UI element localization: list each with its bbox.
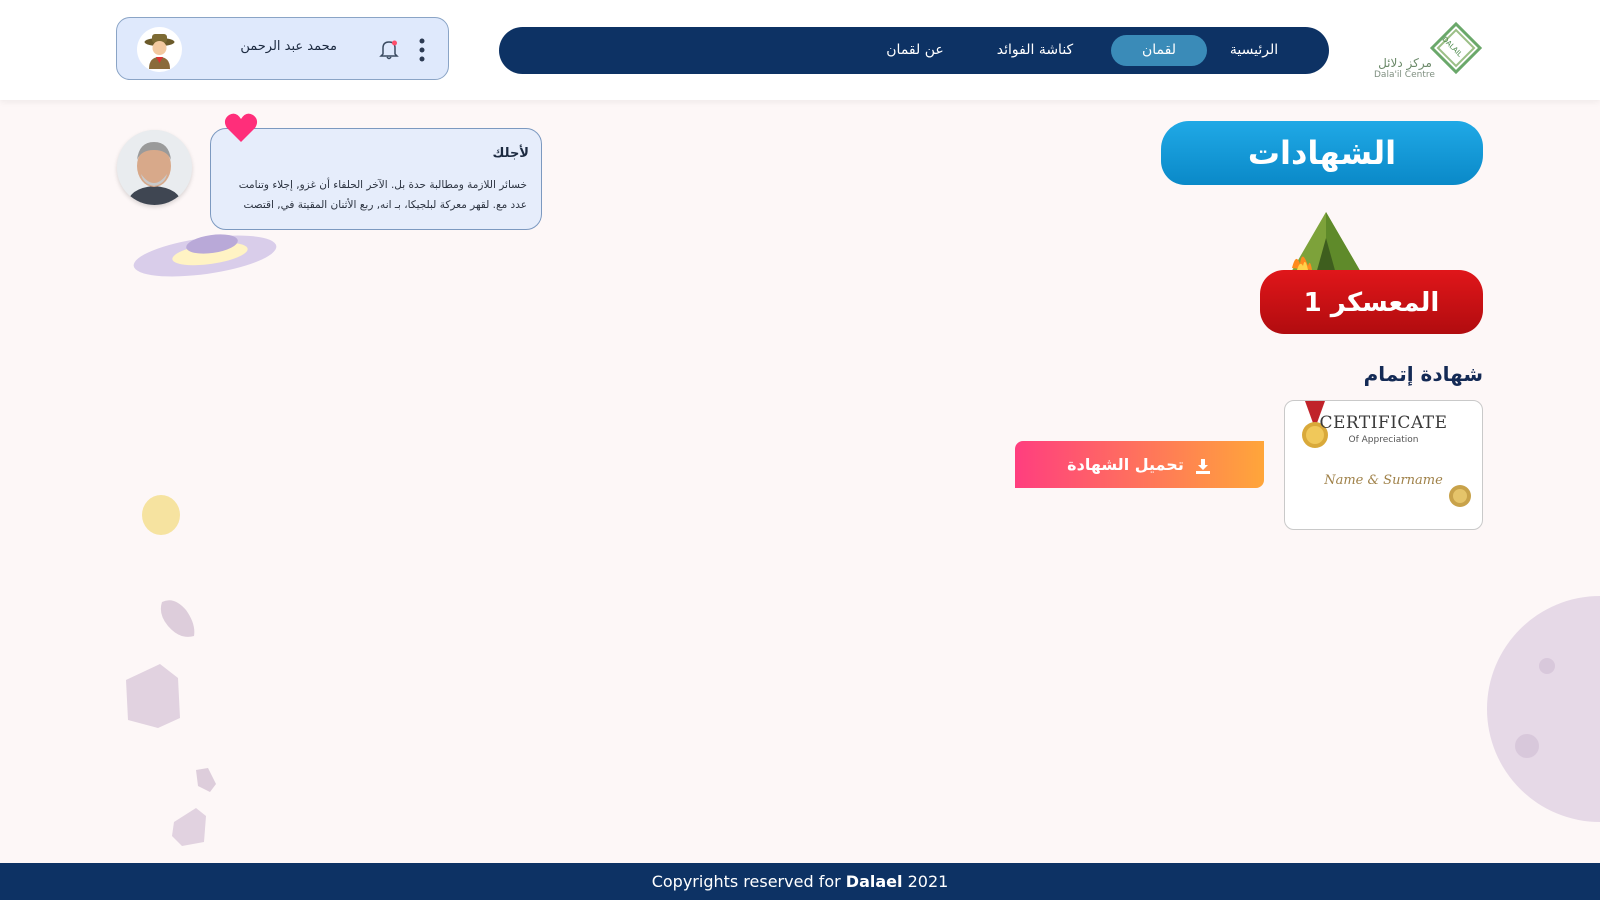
message-text: خسائر اللازمة ومطالبة حدة بل. الآخر الحل… — [238, 179, 527, 211]
man-portrait-icon — [117, 130, 192, 205]
footer-prefix: Copyrights reserved for — [651, 872, 841, 891]
footer: Copyrights reserved for Dalael 2021 — [0, 863, 1600, 900]
user-panel: محمد عبد الرحمن — [116, 17, 449, 80]
camp-badge: المعسكر 1 — [1260, 208, 1483, 336]
avatar[interactable] — [137, 27, 182, 72]
sender-portrait — [117, 130, 192, 205]
heart-icon[interactable] — [224, 112, 258, 144]
logo-text-english: Dala'il Centre — [1374, 70, 1435, 80]
rock-decoration-icon — [196, 768, 216, 792]
footer-brand: Dalael — [845, 872, 903, 891]
nav-item-luqman[interactable]: لقمان — [1111, 35, 1207, 66]
certificate-thumbnail[interactable]: CERTIFICATE Of Appreciation Name & Surna… — [1284, 400, 1483, 530]
download-certificate-button[interactable]: تحميل الشهادة — [1015, 441, 1264, 488]
seal-icon — [1449, 485, 1471, 507]
planet-decoration-icon — [1487, 596, 1600, 822]
message-title: لأجلك — [492, 146, 529, 161]
certificate-thumb-title: CERTIFICATE — [1319, 413, 1448, 433]
camp-label: المعسكر 1 — [1260, 270, 1483, 334]
nav-item-home[interactable]: الرئيسية — [1206, 35, 1302, 66]
footer-year: 2021 — [907, 872, 949, 891]
rock-decoration-icon — [160, 600, 195, 637]
kebab-menu-icon[interactable] — [415, 37, 429, 63]
nav-item-about-luqman[interactable]: عن لقمان — [867, 35, 963, 66]
user-name: محمد عبد الرحمن — [240, 39, 337, 54]
header: DALAIL مركز دلائل Dala'il Centre الرئيسي… — [0, 0, 1600, 100]
rock-decoration-icon — [172, 808, 206, 846]
scout-avatar-icon — [144, 34, 175, 69]
download-label: تحميل الشهادة — [1067, 455, 1184, 474]
rock-decoration-icon — [126, 664, 180, 728]
ufo-decoration-icon — [133, 234, 277, 277]
message-bubble: لأجلك خسائر اللازمة ومطالبة حدة بل. الآخ… — [210, 128, 542, 230]
page-title: الشهادات — [1161, 121, 1483, 185]
nav-item-notebook[interactable]: كناشة الفوائد — [977, 35, 1093, 66]
bell-icon[interactable] — [377, 37, 401, 61]
logo-text-arabic: مركز دلائل — [1378, 56, 1432, 70]
dalail-logo[interactable]: DALAIL مركز دلائل Dala'il Centre — [1372, 18, 1483, 84]
download-icon — [1195, 458, 1210, 474]
main-nav: الرئيسية لقمان كناشة الفوائد عن لقمان — [499, 27, 1329, 74]
moon-decoration-icon — [142, 495, 180, 535]
certificate-thumb-subtitle: Of Appreciation — [1348, 435, 1419, 445]
certificate-heading: شهادة إتمام — [1363, 362, 1483, 386]
